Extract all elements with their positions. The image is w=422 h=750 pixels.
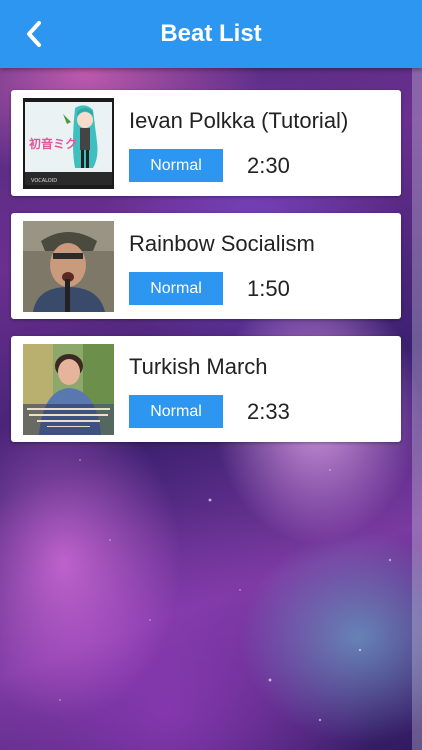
song-card[interactable]: Rainbow Socialism Normal 1:50 (11, 213, 401, 319)
svg-text:VOCALOID: VOCALOID (31, 178, 57, 184)
singer-portrait-thumbnail (23, 221, 114, 312)
page-title: Beat List (160, 20, 262, 47)
song-card[interactable]: Turkish March Normal 2:33 (11, 336, 401, 442)
song-title: Turkish March (129, 354, 268, 379)
song-title: Rainbow Socialism (129, 231, 315, 256)
song-card[interactable]: 初音ミク VOCALOID Ievan Polkka (Tutorial) No… (11, 90, 401, 196)
back-button[interactable] (14, 14, 54, 54)
song-duration: 2:33 (247, 399, 290, 424)
song-title: Ievan Polkka (Tutorial) (129, 108, 349, 133)
app-screen: Beat List 初音ミク VOCALOID Ievan Polkka (Tu… (0, 0, 422, 750)
top-bar: Beat List (0, 0, 422, 68)
difficulty-button[interactable]: Normal (129, 395, 223, 428)
svg-text:初音ミク: 初音ミク (29, 136, 77, 151)
piano-sonatas-album-thumbnail (23, 344, 114, 435)
anime-singer-thumbnail: 初音ミク VOCALOID (23, 98, 114, 189)
difficulty-button[interactable]: Normal (129, 149, 223, 182)
song-duration: 2:30 (247, 153, 290, 178)
scrollbar[interactable] (412, 68, 422, 750)
difficulty-button[interactable]: Normal (129, 272, 223, 305)
song-duration: 1:50 (247, 276, 290, 301)
chevron-left-icon (27, 21, 41, 47)
beat-list: 初音ミク VOCALOID Ievan Polkka (Tutorial) No… (11, 90, 401, 459)
